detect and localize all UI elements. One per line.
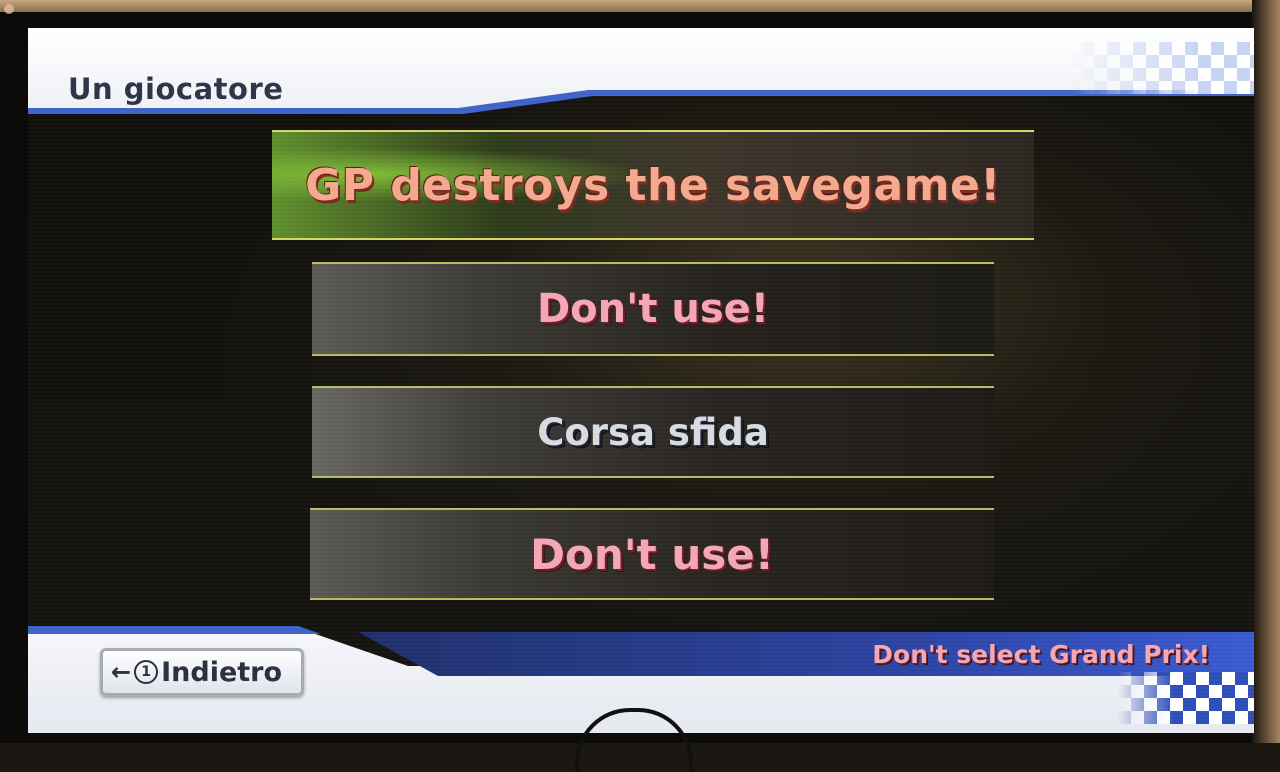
wii-button-1-icon: 1 <box>134 660 159 684</box>
menu-item-label: Don't use! <box>536 286 770 332</box>
back-arrow-icon: ← <box>111 658 132 686</box>
game-screen: Un giocatore GP destroys the savegame! D… <box>28 28 1254 733</box>
back-button-label: Indietro <box>161 656 283 688</box>
footer-hint-text: Don't select Grand Prix! <box>872 640 1210 669</box>
footer-accent-line <box>28 626 408 634</box>
menu-item-label: GP destroys the savegame! <box>305 159 1001 211</box>
power-led <box>4 4 14 14</box>
menu-item-grand-prix[interactable]: GP destroys the savegame! <box>272 130 1034 240</box>
checkered-flag-pattern <box>1068 42 1254 94</box>
back-button[interactable]: ← 1 Indietro <box>100 648 304 696</box>
page-title: Un giocatore <box>68 72 284 106</box>
wall-background <box>0 0 1280 12</box>
menu-item-battle[interactable]: Don't use! <box>310 508 994 600</box>
wall-background-right <box>1252 0 1280 743</box>
menu-item-time-trial[interactable]: Don't use! <box>312 262 994 356</box>
menu-item-versus[interactable]: Corsa sfida <box>312 386 994 478</box>
checkered-flag-pattern <box>1118 672 1254 724</box>
menu-item-label: Don't use! <box>530 529 774 579</box>
menu-item-label: Corsa sfida <box>537 410 769 454</box>
